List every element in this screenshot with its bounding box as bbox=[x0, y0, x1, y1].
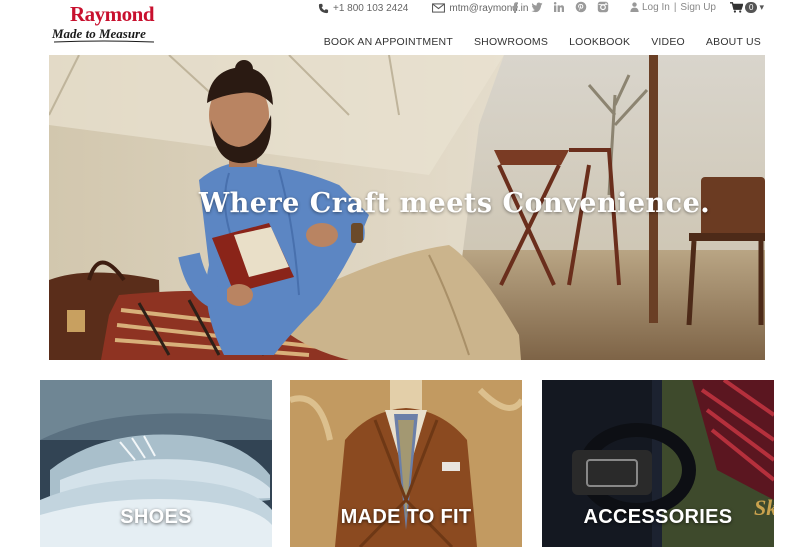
brand-name: Raymond bbox=[70, 2, 155, 26]
twitter-icon[interactable] bbox=[531, 1, 543, 13]
category-tile-made-to-fit[interactable]: MADE TO FIT bbox=[290, 380, 522, 547]
category-label-shoes: SHOES bbox=[120, 506, 192, 528]
nav-video[interactable]: VIDEO bbox=[651, 36, 685, 48]
login-link[interactable]: Log In bbox=[642, 2, 670, 13]
nav-about-us[interactable]: ABOUT US bbox=[706, 36, 761, 48]
pinterest-icon[interactable] bbox=[575, 1, 587, 13]
hero-banner[interactable]: Where Craft meets Convenience. bbox=[49, 55, 765, 360]
chevron-down-icon: ▾ bbox=[759, 1, 764, 12]
phone-number: +1 800 103 2424 bbox=[333, 2, 409, 14]
brand-logo[interactable]: Raymond Made to Measure bbox=[52, 2, 162, 46]
user-icon bbox=[630, 2, 639, 12]
cart-button[interactable]: 0 ▾ bbox=[730, 0, 764, 14]
social-links bbox=[509, 0, 619, 14]
main-navigation: BOOK AN APPOINTMENT SHOWROOMS LOOKBOOK V… bbox=[324, 36, 761, 48]
account-divider: | bbox=[673, 1, 677, 13]
instagram-icon[interactable] bbox=[597, 1, 609, 13]
phone-contact[interactable]: +1 800 103 2424 bbox=[318, 3, 408, 14]
phone-icon bbox=[318, 3, 329, 13]
category-label-accessories: ACCESSORIES bbox=[583, 506, 733, 528]
category-tile-shoes[interactable]: SHOES bbox=[40, 380, 272, 547]
category-tile-accessories[interactable]: Sk ACCESSORIES bbox=[542, 380, 774, 547]
hero-headline: Where Craft meets Convenience. bbox=[198, 188, 711, 219]
nav-book-appointment[interactable]: BOOK AN APPOINTMENT bbox=[324, 36, 453, 48]
nav-lookbook[interactable]: LOOKBOOK bbox=[569, 36, 630, 48]
contact-bar: +1 800 103 2424 mtm@raymond.in bbox=[318, 0, 528, 16]
logo-underline bbox=[54, 40, 154, 43]
facebook-icon[interactable] bbox=[509, 1, 521, 14]
linkedin-icon[interactable] bbox=[553, 1, 565, 13]
mail-icon bbox=[432, 3, 446, 13]
nav-showrooms[interactable]: SHOWROOMS bbox=[474, 36, 548, 48]
signup-link[interactable]: Sign Up bbox=[680, 2, 716, 13]
cart-icon bbox=[730, 1, 743, 13]
category-label-made-to-fit: MADE TO FIT bbox=[340, 506, 472, 528]
cart-count-badge: 0 bbox=[745, 1, 758, 13]
account-links: Log In | Sign Up bbox=[630, 0, 716, 14]
